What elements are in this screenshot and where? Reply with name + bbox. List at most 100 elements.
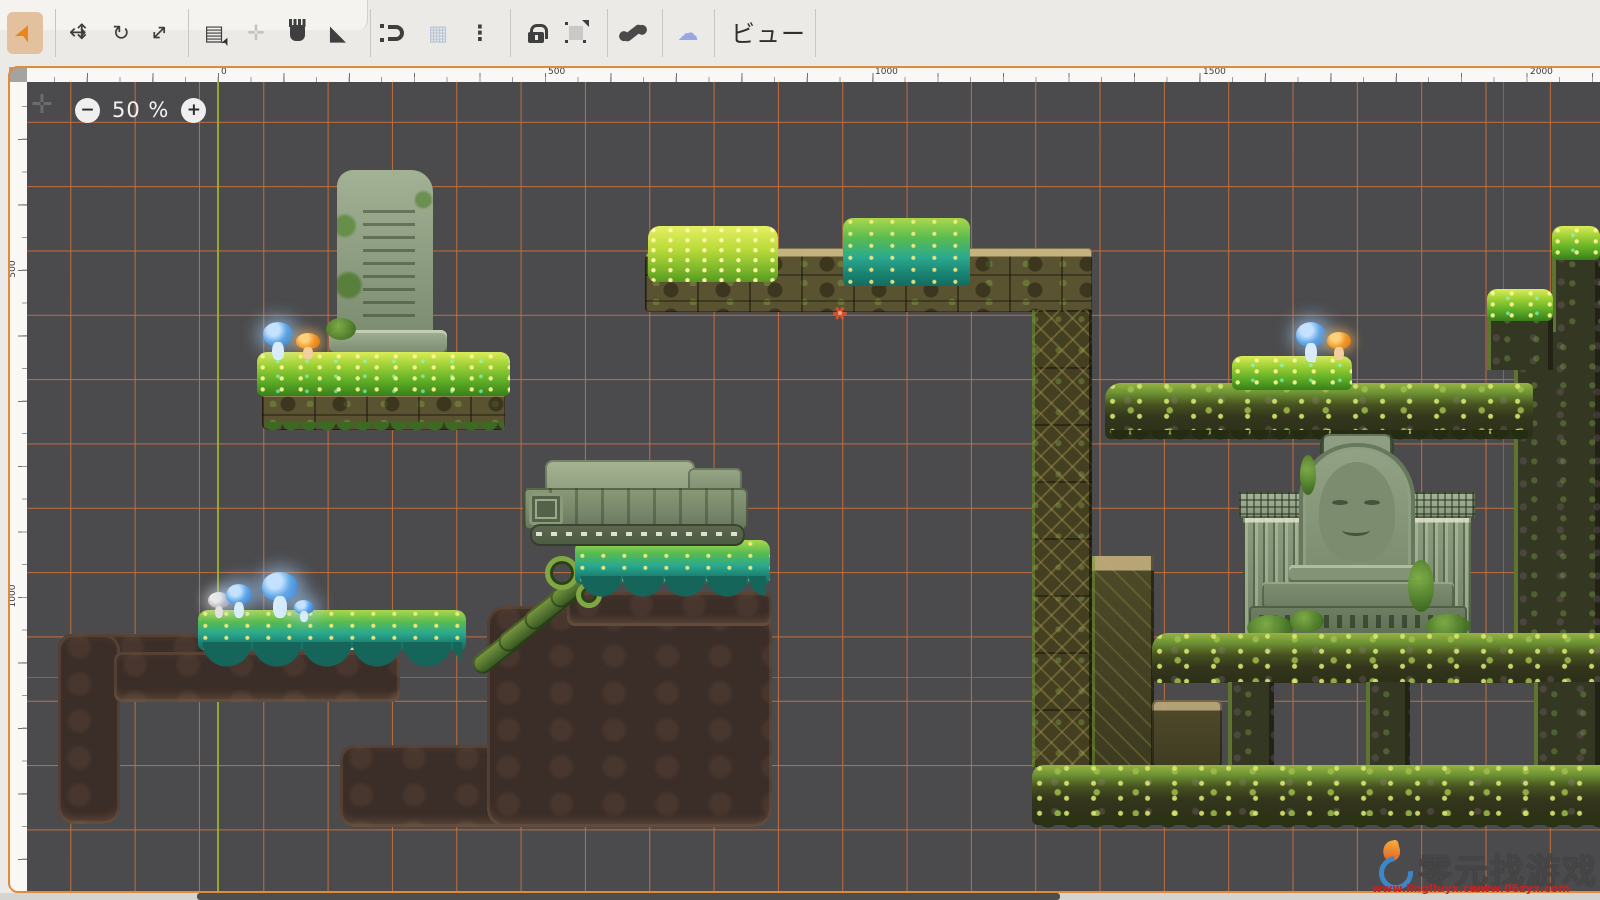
- snap-to-grid-button[interactable]: [558, 12, 594, 54]
- mossy-column-right-lower: [1534, 682, 1600, 770]
- cave-rock-column[interactable]: [58, 634, 120, 824]
- watermark-logo: [1378, 841, 1404, 883]
- scene-world: ✛: [27, 82, 1600, 891]
- outline-select-button[interactable]: ▤ ➤: [196, 12, 232, 54]
- zoom-level-value: 50 %: [112, 98, 169, 122]
- grass-pad[interactable]: [1232, 356, 1352, 390]
- ruin-column-capped[interactable]: [1092, 556, 1154, 768]
- hand-pan-button[interactable]: [279, 12, 315, 54]
- ruler-label: 1000: [8, 579, 18, 613]
- blob-icon: ☁: [678, 21, 699, 45]
- horizontal-ruler: 0 500 1000 1500 2000: [27, 67, 1600, 82]
- origin-axis-line: [217, 82, 219, 891]
- mushroom-stem: [1305, 343, 1316, 362]
- toolbar: ➤ ↔ ↕ ↻ ↕ ▤ ➤ ✛ ◣: [0, 0, 1600, 66]
- grass-clump-yellow[interactable]: [648, 226, 778, 282]
- zoom-in-button[interactable]: +: [181, 98, 206, 123]
- statue-mouth: [1342, 524, 1370, 536]
- mushroom-stem: [234, 602, 244, 618]
- mushroom-stem: [215, 606, 223, 618]
- mushroom-stem: [273, 596, 287, 618]
- teal-fringe: [202, 642, 462, 686]
- more-options-button[interactable]: ⋮: [462, 12, 498, 54]
- moss-fringe: [1036, 816, 1600, 832]
- magnet-icon: [388, 25, 404, 41]
- mushroom-item-blue[interactable]: [262, 572, 298, 618]
- mushroom-item-blue[interactable]: [226, 584, 252, 618]
- moss-patch: [1300, 455, 1316, 495]
- grid-icon: ▦: [428, 21, 448, 45]
- moss-patch: [1290, 610, 1324, 632]
- view-menu-button[interactable]: ビュー: [731, 14, 806, 49]
- grid-snap-button[interactable]: ▦: [420, 12, 456, 54]
- triangle-ruler-icon: ◣: [330, 21, 346, 45]
- teal-fringe: [580, 576, 766, 606]
- scrollbar-thumb[interactable]: [197, 893, 1060, 900]
- grass-step-lower[interactable]: [1487, 289, 1553, 321]
- ruler-label: 1500: [1203, 67, 1226, 77]
- statue-capital-right: [1409, 492, 1475, 518]
- cave-rock-mass[interactable]: [487, 606, 772, 827]
- select-tool-button[interactable]: ➤: [7, 12, 43, 54]
- zoom-control: − 50 % +: [75, 95, 206, 125]
- toolbar-separator: [188, 9, 189, 57]
- mushroom-stem: [303, 347, 312, 359]
- scale-tool-button[interactable]: ↕: [141, 12, 177, 54]
- pillar-leg[interactable]: [1366, 682, 1410, 770]
- level-editor-window: ➤ ↔ ↕ ↻ ↕ ▤ ➤ ✛ ◣: [0, 0, 1600, 900]
- horizontal-scrollbar: [0, 893, 1600, 900]
- mushroom-item-orange[interactable]: [296, 333, 320, 359]
- scene-boundary-guide-vertical: [1503, 82, 1504, 678]
- mushroom-item-blue[interactable]: [1296, 322, 1326, 362]
- toolbar-separator: [815, 9, 816, 57]
- bone-tool-button[interactable]: [615, 12, 651, 54]
- mushroom-item-orange[interactable]: [1327, 332, 1351, 360]
- log-ring: [545, 556, 579, 590]
- vertical-dots-icon: ⋮: [470, 21, 491, 45]
- vertical-ruler: 500 1000: [9, 82, 27, 891]
- pillar-leg[interactable]: [1228, 682, 1274, 770]
- scale-icon: ↕: [144, 18, 173, 47]
- magnet-snap-button[interactable]: [378, 12, 414, 54]
- grass-clump-teal[interactable]: [843, 218, 970, 286]
- ruler-label: 500: [8, 252, 18, 286]
- move-icon: ↔ ↕: [69, 22, 91, 44]
- ruler-label: 1000: [875, 67, 898, 77]
- move-tool-button[interactable]: ↔ ↕: [62, 12, 98, 54]
- mushroom-item-blue[interactable]: [263, 322, 293, 360]
- hand-icon: [290, 25, 305, 41]
- ruler-label: 0: [221, 67, 227, 77]
- ruin-foot-block[interactable]: [1152, 700, 1222, 768]
- grass-platform-top[interactable]: [257, 352, 510, 396]
- grass-step-upper[interactable]: [1552, 226, 1600, 260]
- statue-eye-left: [1332, 500, 1348, 505]
- moss-patch: [1408, 560, 1434, 612]
- mossy-bar-upper[interactable]: [1152, 633, 1600, 683]
- zoom-out-button[interactable]: −: [75, 98, 100, 123]
- ruler-label: 2000: [1530, 67, 1553, 77]
- statue-eye-right: [1364, 500, 1380, 505]
- tank-emblem: [529, 493, 563, 525]
- mushroom-stem: [272, 342, 283, 360]
- toolbar-separator: [714, 9, 715, 57]
- toolbar-separator: [55, 9, 56, 57]
- statue-face: [1319, 462, 1395, 562]
- lock-button[interactable]: [518, 12, 554, 54]
- ghost-move-icon: ✛: [31, 90, 53, 120]
- mushroom-stem: [300, 611, 308, 622]
- origin-cross-marker: [832, 305, 848, 321]
- select-cursor-icon: ➤: [9, 19, 41, 47]
- ruin-column-diamond[interactable]: [1032, 310, 1092, 767]
- rotate-icon: ↻: [112, 21, 130, 45]
- rotate-tool-button[interactable]: ↻: [103, 12, 139, 54]
- moss-fringe: [1110, 430, 1528, 443]
- snap-pick-button[interactable]: ✛: [238, 12, 274, 54]
- scene-canvas[interactable]: ✛: [27, 82, 1600, 891]
- mossy-step-body: [1552, 252, 1600, 332]
- stamp-tool-button[interactable]: ☁: [670, 12, 706, 54]
- toolbar-separator: [607, 9, 608, 57]
- mushroom-item-blue[interactable]: [294, 600, 314, 622]
- ruler-corner: [9, 67, 27, 82]
- moss-fringe: [264, 422, 504, 434]
- angle-measure-button[interactable]: ◣: [320, 12, 356, 54]
